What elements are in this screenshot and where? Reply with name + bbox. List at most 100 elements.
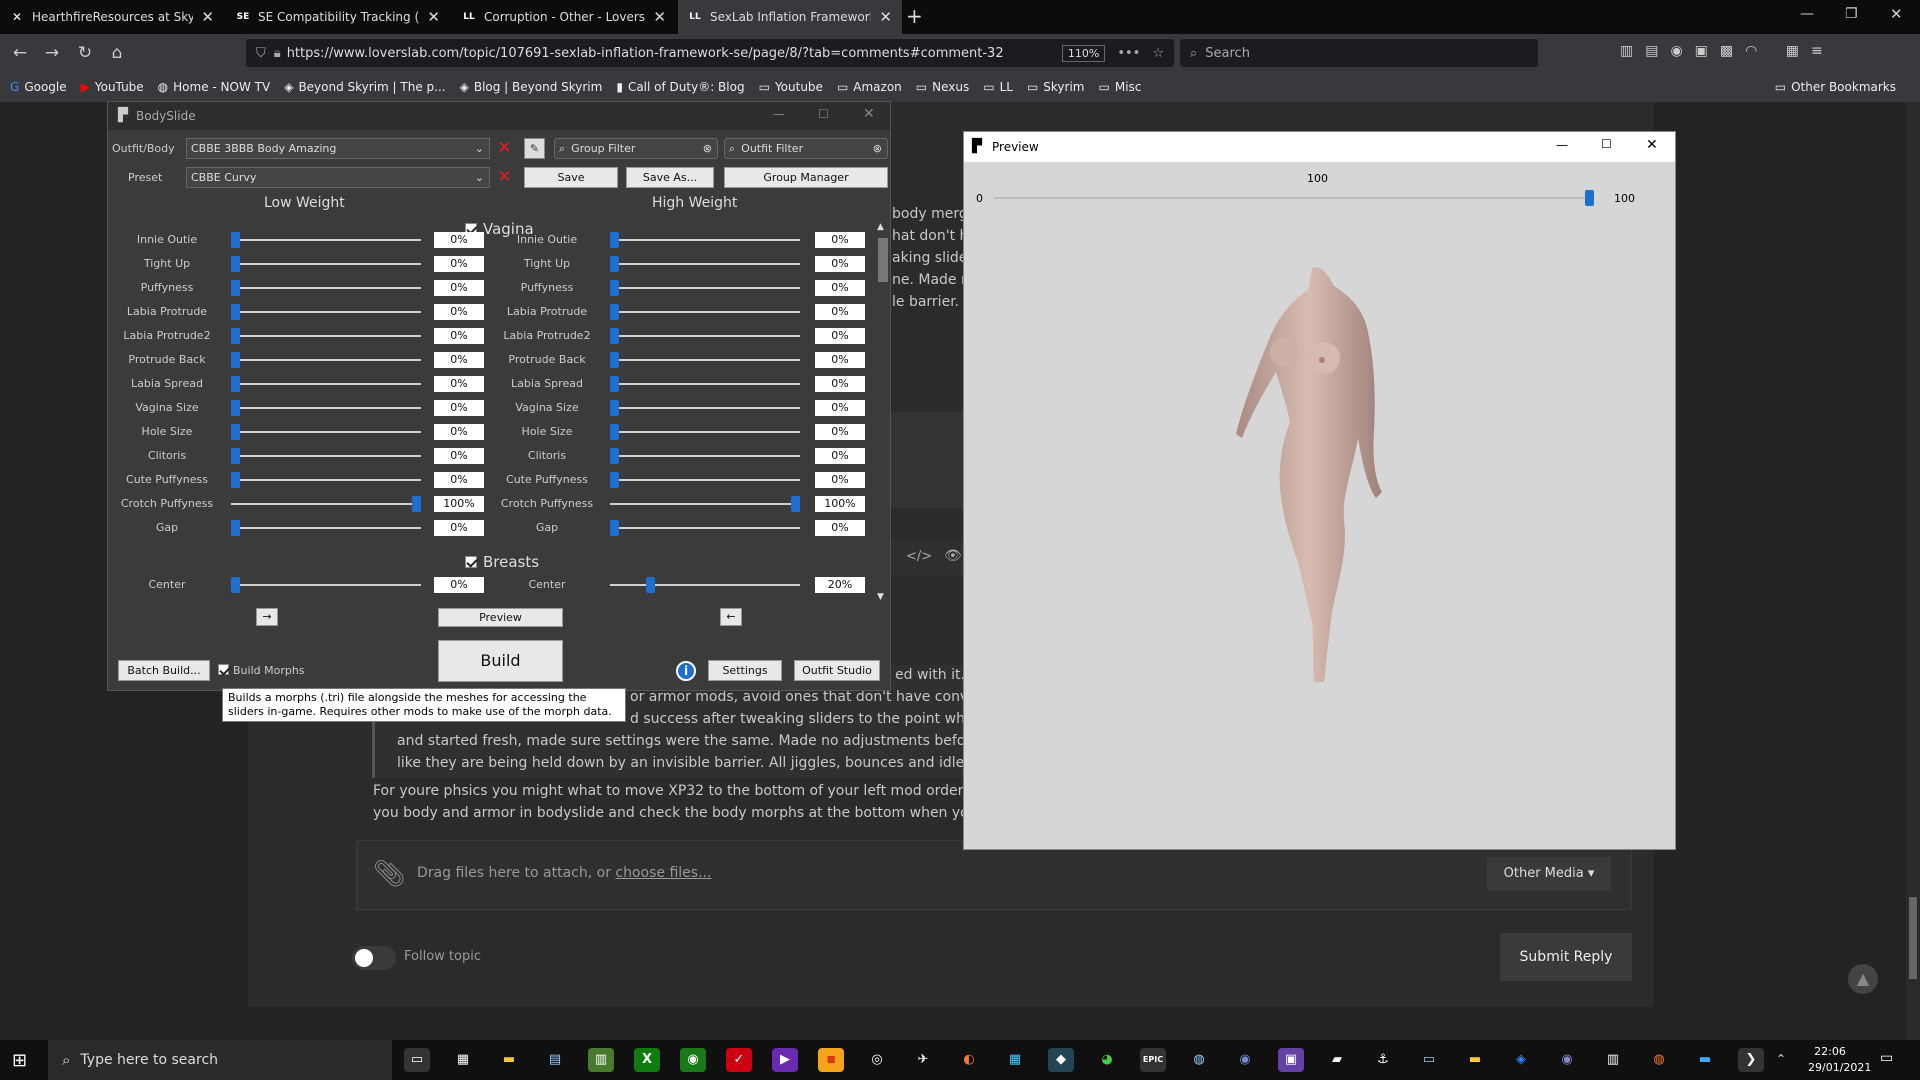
slider-thumb[interactable]	[610, 472, 619, 488]
low-weight-value[interactable]: 0%	[434, 448, 484, 464]
slider-thumb[interactable]	[231, 520, 240, 536]
high-weight-slider[interactable]	[610, 448, 800, 464]
slider-thumb[interactable]	[231, 352, 240, 368]
low-weight-slider[interactable]	[231, 577, 421, 593]
minimize-icon[interactable]: —	[1556, 138, 1568, 152]
slider-thumb[interactable]	[231, 232, 240, 248]
discord-icon[interactable]: ◉	[1232, 1048, 1258, 1072]
close-icon[interactable]: ✕	[1646, 137, 1658, 153]
bookmark-beyond-skyrim[interactable]: ◈ Beyond Skyrim | The p...	[284, 80, 445, 94]
epic-games-icon[interactable]: EPIC	[1140, 1048, 1166, 1072]
low-weight-slider[interactable]	[231, 304, 421, 320]
high-weight-slider[interactable]	[610, 232, 800, 248]
restore-icon[interactable]: ❐	[1845, 6, 1858, 22]
high-weight-slider[interactable]	[610, 577, 800, 593]
firefox-icon[interactable]: ◍	[1646, 1048, 1672, 1072]
low-weight-value[interactable]: 0%	[434, 400, 484, 416]
low-weight-slider[interactable]	[231, 256, 421, 272]
high-weight-slider[interactable]	[610, 304, 800, 320]
low-weight-slider[interactable]	[231, 352, 421, 368]
browser-tab-4[interactable]: LL SexLab Inflation Framework SE ✕	[678, 0, 902, 34]
app-icon[interactable]: ▭	[1416, 1048, 1442, 1072]
low-weight-value[interactable]: 0%	[434, 352, 484, 368]
app-icon[interactable]: ✈	[910, 1048, 936, 1072]
bookmark-folder-ll[interactable]: ▭ LL	[983, 80, 1013, 94]
minimize-icon[interactable]: —	[1800, 6, 1814, 22]
preview-eye-icon[interactable]: 👁︎	[944, 548, 962, 564]
low-weight-value[interactable]: 0%	[434, 424, 484, 440]
app-icon[interactable]: ◉	[680, 1048, 706, 1072]
low-weight-value[interactable]: 0%	[434, 577, 484, 593]
page-scrollbar[interactable]	[1906, 102, 1920, 1042]
minimize-icon[interactable]: —	[773, 107, 785, 121]
high-weight-slider[interactable]	[610, 496, 800, 512]
scroll-down-icon[interactable]: ▼	[877, 592, 884, 602]
low-weight-slider[interactable]	[231, 232, 421, 248]
high-weight-slider[interactable]	[610, 472, 800, 488]
preset-select[interactable]: CBBE Curvy ⌄	[186, 167, 490, 188]
high-weight-value[interactable]: 0%	[815, 448, 865, 464]
low-weight-slider[interactable]	[231, 280, 421, 296]
windows-start-icon[interactable]: ⊞	[12, 1050, 27, 1071]
bookmark-star-icon[interactable]: ☆	[1152, 46, 1164, 61]
taskbar-search[interactable]: ⌕ Type here to search	[48, 1040, 392, 1080]
home-icon[interactable]: ⌂	[105, 42, 129, 64]
clear-icon[interactable]: ⊗	[703, 139, 712, 158]
other-bookmarks[interactable]: ▭ Other Bookmarks	[1775, 80, 1896, 94]
save-button[interactable]: Save	[524, 167, 618, 188]
choose-files-link[interactable]: choose files...	[615, 865, 711, 881]
blender-icon[interactable]: ◐	[956, 1048, 982, 1072]
app-icon[interactable]: ◉	[1554, 1048, 1580, 1072]
chrome-icon[interactable]: ◕	[1094, 1048, 1120, 1072]
url-bar[interactable]: ⛉ 🔒︎ https://www.loverslab.com/topic/107…	[246, 39, 1174, 67]
slider-thumb[interactable]	[231, 400, 240, 416]
low-weight-slider[interactable]	[231, 496, 421, 512]
high-weight-value[interactable]: 100%	[815, 496, 865, 512]
high-weight-value[interactable]: 0%	[815, 376, 865, 392]
slider-thumb[interactable]	[412, 496, 421, 512]
low-weight-value[interactable]: 0%	[434, 256, 484, 272]
app-icon[interactable]: ❯	[1738, 1048, 1764, 1072]
low-weight-value[interactable]: 100%	[434, 496, 484, 512]
low-weight-slider[interactable]	[231, 400, 421, 416]
slider-thumb[interactable]	[231, 424, 240, 440]
new-tab-icon[interactable]: +	[906, 4, 923, 28]
high-weight-slider[interactable]	[610, 424, 800, 440]
high-weight-value[interactable]: 0%	[815, 520, 865, 536]
search-bar[interactable]: ⌕ Search	[1180, 39, 1538, 67]
high-weight-value[interactable]: 0%	[815, 400, 865, 416]
delete-preset-icon[interactable]: ✕	[494, 167, 515, 188]
high-weight-slider[interactable]	[610, 352, 800, 368]
bookmark-nowtv[interactable]: ◍ Home - NOW TV	[158, 80, 271, 94]
low-weight-value[interactable]: 0%	[434, 376, 484, 392]
app-icon[interactable]: ▦	[1002, 1048, 1028, 1072]
submit-reply-button[interactable]: Submit Reply	[1500, 933, 1632, 981]
slider-thumb[interactable]	[610, 448, 619, 464]
low-weight-value[interactable]: 0%	[434, 520, 484, 536]
close-window-icon[interactable]: ✕	[1890, 5, 1903, 23]
bookmark-folder-skyrim[interactable]: ▭ Skyrim	[1027, 80, 1085, 94]
bookmark-blog[interactable]: ◈ Blog | Beyond Skyrim	[460, 80, 603, 94]
slider-thumb[interactable]	[231, 256, 240, 272]
tray-chevron-icon[interactable]: ⌃	[1776, 1052, 1786, 1066]
anchor-icon[interactable]: ⚓	[1370, 1048, 1396, 1072]
app-icon[interactable]: ▰	[1324, 1048, 1350, 1072]
scroll-top-icon[interactable]: ▲	[1848, 964, 1878, 994]
low-weight-slider[interactable]	[231, 448, 421, 464]
slider-thumb[interactable]	[610, 352, 619, 368]
outfit-select[interactable]: CBBE 3BBB Body Amazing ⌄	[186, 138, 490, 159]
maximize-icon[interactable]: ☐	[1601, 137, 1612, 151]
brush-icon[interactable]: ✎	[524, 138, 545, 159]
slider-thumb[interactable]	[231, 577, 240, 593]
slider-thumb[interactable]	[610, 424, 619, 440]
low-weight-value[interactable]: 0%	[434, 328, 484, 344]
delete-outfit-icon[interactable]: ✕	[494, 138, 515, 159]
more-icon[interactable]: •••	[1117, 46, 1140, 61]
low-weight-value[interactable]: 0%	[434, 280, 484, 296]
weight-slider[interactable]	[994, 190, 1594, 206]
browser-tab-1[interactable]: ✕ HearthfireResources at Skyrim ✕	[0, 0, 224, 34]
back-icon[interactable]: ←	[8, 42, 32, 64]
toolbar-extension-icons[interactable]: ▥▤◉▣▩◠ ▦≡	[1620, 43, 1835, 59]
notifications-icon[interactable]: ▭	[1880, 1050, 1893, 1066]
browser-tab-2[interactable]: SE SE Compatibility Tracking (Jan ✕	[226, 0, 450, 34]
